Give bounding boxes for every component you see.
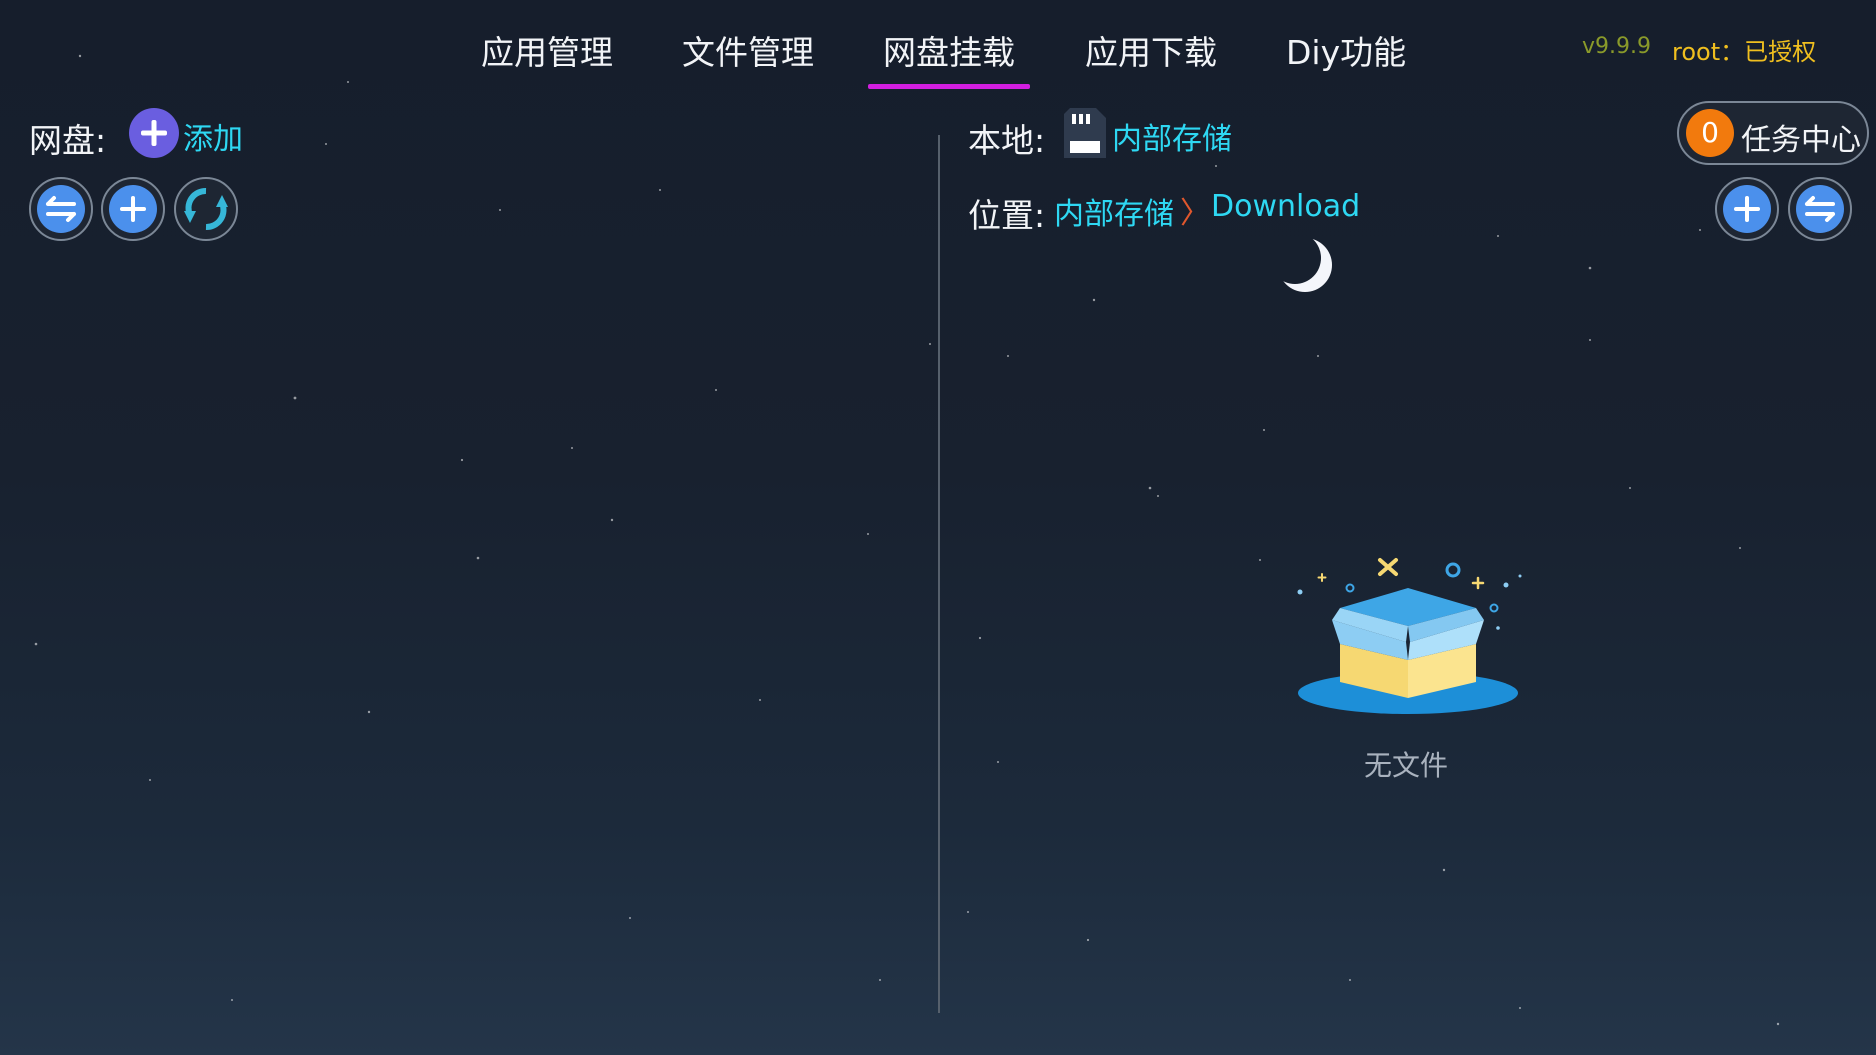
left-refresh-button[interactable] bbox=[174, 177, 238, 241]
plus-icon bbox=[141, 120, 167, 146]
left-add-button[interactable] bbox=[101, 177, 165, 241]
task-center-label: 任务中心 bbox=[1741, 123, 1861, 158]
tab-cloud-mount[interactable]: 网盘挂载 bbox=[883, 26, 1015, 74]
breadcrumb-separator: 〉 bbox=[1180, 196, 1210, 231]
empty-state-text: 无文件 bbox=[1364, 749, 1449, 782]
right-swap-button[interactable] bbox=[1788, 177, 1852, 241]
refresh-icon bbox=[184, 188, 228, 230]
tab-diy-functions[interactable]: Diy功能 bbox=[1286, 26, 1406, 74]
active-tab-indicator bbox=[868, 84, 1030, 89]
path-label: 位置: bbox=[968, 196, 1046, 235]
plus-icon bbox=[120, 196, 146, 222]
tab-file-management[interactable]: 文件管理 bbox=[682, 26, 814, 74]
version-label: v9.9.9 bbox=[1582, 34, 1651, 59]
swap-icon bbox=[1805, 196, 1835, 222]
swap-icon bbox=[46, 196, 76, 222]
empty-box-icon bbox=[1297, 558, 1522, 714]
add-cloud-drive-label[interactable]: 添加 bbox=[183, 114, 243, 158]
moon-decoration bbox=[1278, 238, 1332, 292]
task-center-button[interactable]: 0 任务中心 bbox=[1677, 101, 1869, 165]
internal-storage-link[interactable]: 内部存储 bbox=[1112, 114, 1232, 158]
plus-icon bbox=[1734, 196, 1760, 222]
left-swap-button[interactable] bbox=[29, 177, 93, 241]
add-cloud-drive-button[interactable] bbox=[129, 108, 179, 158]
tab-app-management[interactable]: 应用管理 bbox=[481, 26, 613, 74]
breadcrumb-internal-storage[interactable]: 内部存储 bbox=[1054, 189, 1174, 233]
sd-card-icon bbox=[1064, 108, 1106, 158]
tab-app-download[interactable]: 应用下载 bbox=[1085, 26, 1217, 74]
cloud-drive-label: 网盘: bbox=[29, 121, 107, 160]
local-label: 本地: bbox=[968, 121, 1046, 160]
panel-divider bbox=[938, 135, 940, 1013]
right-add-button[interactable] bbox=[1715, 177, 1779, 241]
breadcrumb-download[interactable]: Download bbox=[1211, 189, 1360, 224]
task-count-badge: 0 bbox=[1686, 109, 1734, 157]
root-status: root：已授权 bbox=[1672, 38, 1817, 66]
